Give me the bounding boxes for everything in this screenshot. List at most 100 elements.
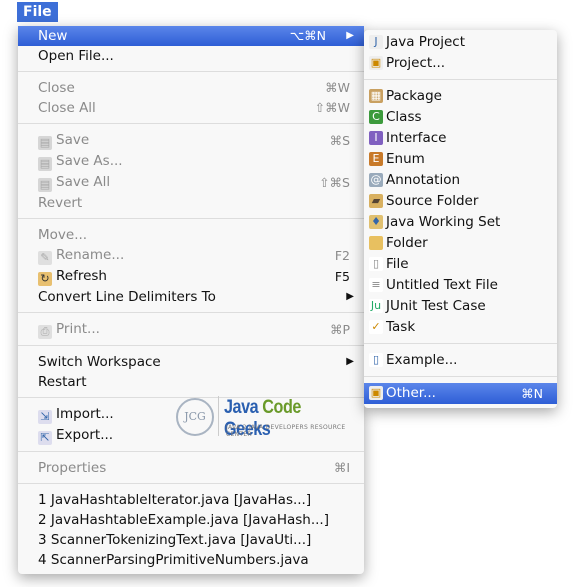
menu-item-label: JUnit Test Case — [386, 298, 486, 314]
submenu-arrow-icon: ▶ — [346, 30, 354, 41]
example-icon: ▯ — [369, 353, 383, 367]
menu-item-label: Untitled Text File — [386, 277, 498, 293]
source-folder-icon: ▰ — [369, 194, 383, 208]
shortcut-label: ⇧⌘W — [314, 100, 350, 115]
menu-item-enum[interactable]: E Enum — [364, 149, 557, 170]
junit-icon: Ju — [369, 299, 383, 313]
menu-item-label: Java Project — [386, 34, 465, 50]
menu-item-properties[interactable]: Properties ⌘I — [18, 458, 364, 478]
submenu-arrow-icon: ▶ — [346, 356, 354, 367]
menu-item-1-javahashtableiterator-java-javahas[interactable]: 1 JavaHashtableIterator.java [JavaHas...… — [18, 490, 364, 510]
menu-separator — [364, 343, 557, 344]
menu-separator — [18, 312, 364, 313]
export-icon: ⇱ — [38, 431, 52, 445]
menu-item-rename[interactable]: ✎ Rename... F2 — [18, 245, 364, 266]
menu-separator — [364, 79, 557, 80]
menu-item-label: Enum — [386, 151, 425, 167]
menu-item-label: Move... — [38, 227, 88, 243]
jcg-logo-icon: JCG — [176, 398, 214, 436]
menu-item-untitled-text-file[interactable]: ≡ Untitled Text File — [364, 275, 557, 296]
menu-item-folder[interactable]: ▰ Folder — [364, 233, 557, 254]
menu-item-interface[interactable]: I Interface — [364, 128, 557, 149]
menu-item-java-working-set[interactable]: ♦ Java Working Set — [364, 212, 557, 233]
menu-item-label: Revert — [38, 195, 83, 211]
menu-item-new[interactable]: New ⌥⌘N ▶ — [18, 26, 364, 46]
menu-item-label: Save As... — [56, 153, 123, 169]
menu-separator — [18, 71, 364, 72]
file-menu: New ⌥⌘N ▶ Open File... Close ⌘W Close All ⇧⌘W ▤ S… — [18, 26, 364, 574]
menu-item-package[interactable]: ▦ Package — [364, 86, 557, 107]
menu-item-label: Close — [38, 80, 75, 96]
shortcut-label: ⌘W — [325, 80, 350, 95]
menu-item-label: Source Folder — [386, 193, 479, 209]
menu-item-label: Java Working Set — [386, 214, 501, 230]
text-file-icon: ≡ — [369, 278, 383, 292]
import-icon: ⇲ — [38, 410, 52, 424]
shortcut-label: F5 — [334, 269, 350, 284]
menu-item-label: Class — [386, 109, 422, 125]
menu-item-open-file[interactable]: Open File... — [18, 46, 364, 66]
save-all-icon: ▤ — [38, 178, 52, 192]
class-icon: C — [369, 110, 383, 124]
save-icon: ▤ — [38, 136, 52, 150]
menu-item-file[interactable]: ▯ File — [364, 254, 557, 275]
menu-item-switch-workspace[interactable]: Switch Workspace ▶ — [18, 352, 364, 372]
logo-word-java: Java — [224, 397, 263, 418]
menu-item-restart[interactable]: Restart — [18, 372, 364, 392]
menu-item-example[interactable]: ▯ Example... — [364, 350, 557, 371]
menu-item-label: Interface — [386, 130, 447, 146]
menu-item-revert[interactable]: Revert — [18, 193, 364, 213]
menu-item-3-scannertokenizingtext-java-javauti[interactable]: 3 ScannerTokenizingText.java [JavaUti...… — [18, 530, 364, 550]
menu-item-close-all[interactable]: Close All ⇧⌘W — [18, 98, 364, 118]
file-menu-title[interactable]: File — [17, 2, 58, 22]
menu-item-java-project[interactable]: J Java Project — [364, 32, 557, 53]
menu-item-print[interactable]: ⎙ Print... ⌘P — [18, 319, 364, 340]
menu-item-class[interactable]: C Class — [364, 107, 557, 128]
menu-item-4-scannerparsingprimitivenumbers-java[interactable]: 4 ScannerParsingPrimitiveNumbers.java — [18, 550, 364, 570]
shortcut-label: ⇧⌘S — [319, 175, 350, 190]
menu-item-label: Properties — [38, 460, 107, 476]
menu-item-source-folder[interactable]: ▰ Source Folder — [364, 191, 557, 212]
menu-item-convert-line-delimiters-to[interactable]: Convert Line Delimiters To ▶ — [18, 287, 364, 307]
task-icon: ✓ — [369, 320, 383, 334]
rename-icon: ✎ — [38, 251, 52, 265]
print-icon: ⎙ — [38, 325, 52, 339]
enum-icon: E — [369, 152, 383, 166]
menu-item-label: Import... — [56, 406, 114, 422]
menu-item-label: File — [386, 256, 409, 272]
shortcut-label: ⌘N — [521, 386, 543, 401]
menu-item-save[interactable]: ▤ Save ⌘S — [18, 130, 364, 151]
menu-item-label: Close All — [38, 100, 96, 116]
menu-separator — [18, 345, 364, 346]
menu-separator — [18, 218, 364, 219]
menu-item-save-as[interactable]: ▤ Save As... — [18, 151, 364, 172]
menu-item-annotation[interactable]: @ Annotation — [364, 170, 557, 191]
project-icon: ▣ — [369, 56, 383, 70]
menu-item-label: Task — [386, 319, 416, 335]
menu-item-label: Switch Workspace — [38, 354, 161, 370]
menu-item-label: Print... — [56, 321, 100, 337]
annotation-icon: @ — [369, 173, 383, 187]
menu-item-close[interactable]: Close ⌘W — [18, 78, 364, 98]
other-icon: ▣ — [369, 386, 383, 400]
file-icon: ▯ — [369, 257, 383, 271]
menu-item-label: Annotation — [386, 172, 461, 188]
java-project-icon: J — [369, 35, 383, 49]
menu-separator — [364, 376, 557, 377]
menu-item-save-all[interactable]: ▤ Save All ⇧⌘S — [18, 172, 364, 193]
menu-item-label: Refresh — [56, 268, 107, 284]
menu-item-junit-test-case[interactable]: Ju JUnit Test Case — [364, 296, 557, 317]
menu-item-label: New — [38, 28, 68, 44]
menu-item-label: Example... — [386, 352, 458, 368]
menu-item-label: Package — [386, 88, 442, 104]
menu-item-refresh[interactable]: ↻ Refresh F5 — [18, 266, 364, 287]
logo-tagline: JAVA 2 JAVA DEVELOPERS RESOURCE CENTER — [226, 424, 346, 438]
menu-item-2-javahashtableexample-java-javahash[interactable]: 2 JavaHashtableExample.java [JavaHash...… — [18, 510, 364, 530]
menu-item-label: Other... — [386, 385, 436, 401]
menu-item-project[interactable]: ▣ Project... — [364, 53, 557, 74]
menu-item-task[interactable]: ✓ Task — [364, 317, 557, 338]
menu-item-label: 2 JavaHashtableExample.java [JavaHash...… — [38, 512, 329, 528]
menu-item-other[interactable]: ▣ Other... ⌘N — [364, 383, 557, 404]
menu-separator — [18, 451, 364, 452]
menu-item-move[interactable]: Move... — [18, 225, 364, 245]
